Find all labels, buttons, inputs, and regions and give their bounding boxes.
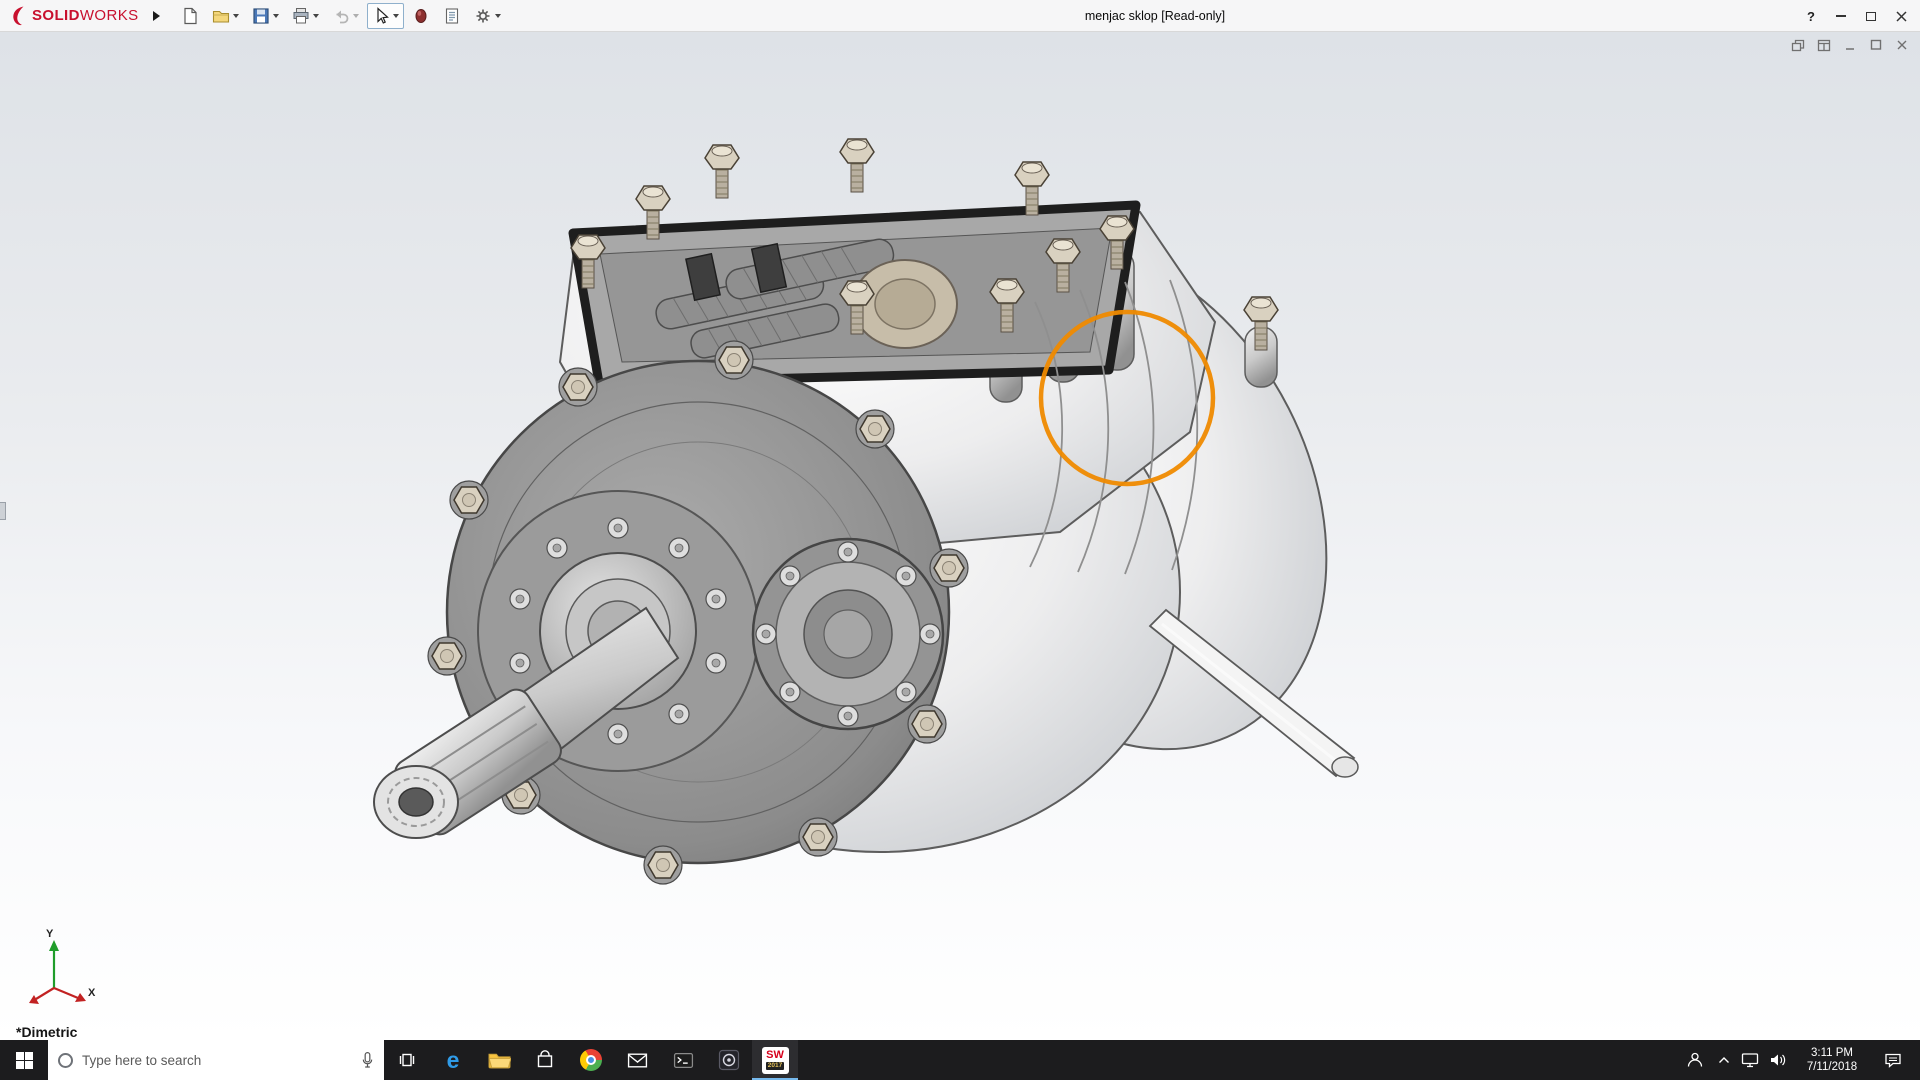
dropdown-caret-icon[interactable]	[495, 14, 501, 18]
chrome-core-icon	[586, 1055, 596, 1065]
solidworks-year: 2017	[766, 1062, 784, 1070]
solidworks-logo: SOLIDWORKS	[8, 5, 139, 27]
dropdown-caret-icon[interactable]	[313, 14, 319, 18]
open-folder-icon	[212, 7, 230, 25]
maximize-button[interactable]	[1856, 0, 1886, 32]
view-orientation-label: *Dimetric	[16, 1024, 77, 1040]
close-button[interactable]	[1886, 0, 1916, 32]
print-button[interactable]	[287, 3, 324, 29]
chrome-icon	[580, 1049, 602, 1071]
edge-button[interactable]: e	[430, 1040, 476, 1080]
dassault-systemes-icon	[8, 5, 28, 27]
start-button[interactable]	[0, 1040, 48, 1080]
people-button[interactable]	[1678, 1040, 1712, 1080]
action-center-icon	[1884, 1052, 1902, 1069]
clock-time: 3:11 PM	[1811, 1046, 1853, 1060]
undo-icon	[332, 7, 350, 25]
action-center-button[interactable]	[1872, 1040, 1914, 1080]
command-prompt-icon	[673, 1051, 694, 1070]
save-button[interactable]	[247, 3, 284, 29]
triad-y-label: Y	[46, 928, 54, 940]
new-document-icon	[181, 7, 199, 25]
search-input[interactable]	[82, 1053, 352, 1068]
panel-splitter-handle[interactable]	[0, 502, 6, 520]
windows-logo-icon	[16, 1052, 33, 1069]
quick-access-toolbar	[176, 3, 506, 29]
appearance-button[interactable]	[407, 3, 435, 29]
help-button[interactable]: ?	[1796, 0, 1826, 32]
solidworks-icon: SW 2017	[762, 1047, 789, 1074]
orientation-triad: Y X	[14, 926, 104, 1016]
dropdown-caret-icon[interactable]	[353, 14, 359, 18]
dropdown-caret-icon[interactable]	[233, 14, 239, 18]
minimize-icon	[1836, 15, 1846, 17]
people-icon	[1686, 1051, 1704, 1069]
file-explorer-icon	[488, 1051, 511, 1070]
clock-date: 7/11/2018	[1807, 1060, 1857, 1074]
solidworks-glyph: SW	[766, 1050, 784, 1061]
maximize-icon	[1866, 12, 1876, 21]
dropdown-caret-icon[interactable]	[273, 14, 279, 18]
brand-text: SOLIDWORKS	[32, 7, 139, 24]
store-bag-icon	[535, 1050, 555, 1070]
command-prompt-button[interactable]	[660, 1040, 706, 1080]
speaker-icon	[1769, 1052, 1787, 1068]
network-button[interactable]	[1736, 1040, 1764, 1080]
document-title: menjac sklop [Read-only]	[520, 0, 1790, 32]
gearbox-model	[0, 32, 1920, 1040]
solidworks-app-button[interactable]: SW 2017	[752, 1040, 798, 1080]
chrome-button[interactable]	[568, 1040, 614, 1080]
brand-solid: SOLID	[32, 7, 80, 24]
file-explorer-button[interactable]	[476, 1040, 522, 1080]
mail-icon	[627, 1052, 648, 1069]
gear-icon	[474, 7, 492, 25]
hidden-icons-button[interactable]	[1712, 1040, 1736, 1080]
store-button[interactable]	[522, 1040, 568, 1080]
taskbar: e SW 2017	[0, 1040, 1920, 1080]
taskbar-search[interactable]	[48, 1040, 384, 1080]
select-cursor-icon	[372, 7, 390, 25]
doc-window-panes-icon[interactable]	[1816, 38, 1832, 52]
options-button[interactable]	[469, 3, 506, 29]
document-properties-icon	[443, 7, 461, 25]
menu-flyout-icon[interactable]	[153, 11, 160, 21]
minimize-button[interactable]	[1826, 0, 1856, 32]
print-icon	[292, 7, 310, 25]
media-app-icon	[718, 1049, 740, 1071]
dropdown-caret-icon[interactable]	[393, 14, 399, 18]
volume-button[interactable]	[1764, 1040, 1792, 1080]
system-tray: 3:11 PM 7/11/2018	[1678, 1040, 1920, 1080]
save-icon	[252, 7, 270, 25]
new-document-button[interactable]	[176, 3, 204, 29]
select-tool-button[interactable]	[367, 3, 404, 29]
microphone-icon[interactable]	[361, 1051, 374, 1070]
open-button[interactable]	[207, 3, 244, 29]
document-properties-button[interactable]	[438, 3, 466, 29]
edge-icon: e	[447, 1049, 460, 1072]
doc-minimize-icon[interactable]	[1842, 38, 1858, 52]
taskbar-clock[interactable]: 3:11 PM 7/11/2018	[1792, 1046, 1872, 1074]
network-icon	[1741, 1052, 1759, 1068]
triad-x-label: X	[88, 987, 96, 999]
doc-restore-window-icon[interactable]	[1790, 38, 1806, 52]
task-view-icon	[397, 1050, 417, 1070]
graphics-area[interactable]: Y X *Dimetric	[0, 32, 1920, 1040]
document-window-controls	[1790, 38, 1910, 52]
chevron-up-icon	[1718, 1056, 1730, 1064]
task-view-button[interactable]	[384, 1040, 430, 1080]
titlebar: SOLIDWORKS	[0, 0, 1920, 32]
appearance-sphere-icon	[412, 7, 430, 25]
undo-button[interactable]	[327, 3, 364, 29]
media-app-button[interactable]	[706, 1040, 752, 1080]
doc-maximize-icon[interactable]	[1868, 38, 1884, 52]
taskbar-apps: e SW 2017	[384, 1040, 798, 1080]
brand-works: WORKS	[80, 7, 139, 24]
screen: SOLIDWORKS	[0, 0, 1920, 1080]
doc-close-icon[interactable]	[1894, 38, 1910, 52]
mail-button[interactable]	[614, 1040, 660, 1080]
cortana-icon	[58, 1053, 73, 1068]
window-controls: ?	[1796, 0, 1916, 32]
close-icon	[1896, 11, 1907, 22]
